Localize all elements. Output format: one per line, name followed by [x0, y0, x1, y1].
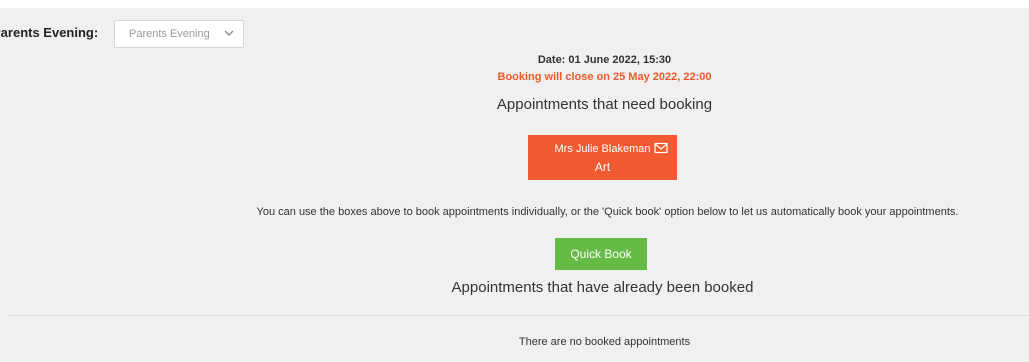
section-divider [8, 315, 1029, 316]
booked-appointments-heading: Appointments that have already been book… [451, 279, 754, 296]
event-date: Date: 01 June 2022, 15:30 [537, 54, 672, 66]
parents-evening-label: Parents Evening: [0, 25, 99, 40]
chevron-down-icon [224, 30, 234, 36]
mail-icon[interactable] [654, 142, 668, 154]
quick-book-button[interactable]: Quick Book [555, 238, 647, 270]
need-booking-heading: Appointments that need booking [496, 96, 713, 113]
teacher-appointment-button[interactable]: Mrs Julie Blakeman Art [528, 135, 677, 180]
booking-instructions: You can use the boxes above to book appo… [256, 206, 959, 218]
teacher-subject: Art [594, 160, 611, 174]
parents-evening-select-value: Parents Evening [129, 28, 210, 40]
parents-evening-select[interactable]: Parents Evening [114, 20, 244, 48]
no-booked-message: There are no booked appointments [518, 336, 691, 348]
top-strip [0, 0, 1029, 8]
booking-close-notice: Booking will close on 25 May 2022, 22:00 [497, 71, 712, 83]
